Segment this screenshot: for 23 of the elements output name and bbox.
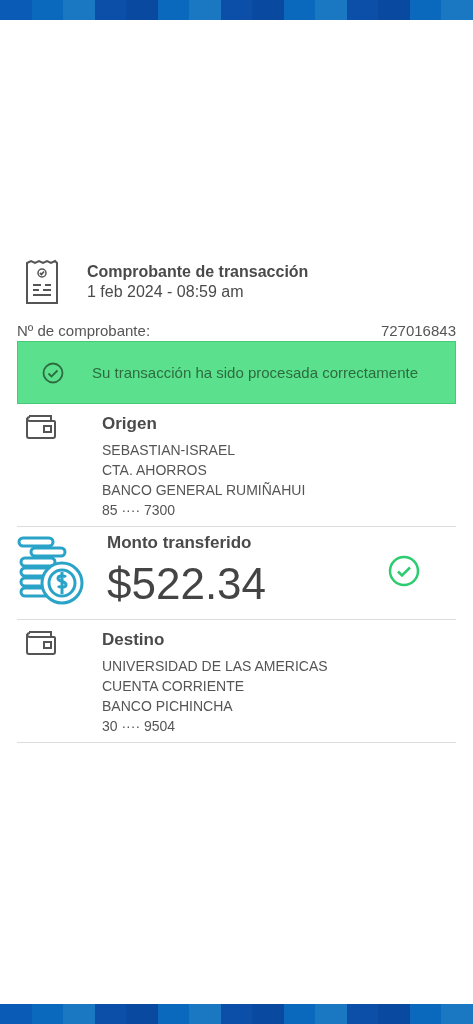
amount-value: $522.34 (107, 559, 268, 609)
receipt-number: 727016843 (380, 322, 456, 339)
wallet-icon (25, 630, 57, 656)
receipt-icon (25, 259, 59, 305)
account-detail: CUENTA CORRIENTE (102, 677, 246, 696)
success-message: Su transacción ha sido procesada correctamente (92, 364, 418, 381)
receipt-date: 1 feb 2024 - 08:59 am (87, 283, 245, 301)
account-detail: CTA. AHORROS (102, 461, 208, 480)
receipt-title: Comprobante de transacción (87, 263, 309, 281)
coins-dollar-icon (17, 536, 85, 606)
account-detail: UNIVERSIDAD DE LAS AMERICAS (102, 657, 328, 676)
account-detail: 85 ···· 7300 (102, 501, 177, 520)
check-circle-icon (388, 555, 420, 587)
receipt-number-label: Nº de comprobante: (17, 322, 151, 339)
section-title: Monto transferido (107, 533, 253, 553)
account-detail: BANCO GENERAL RUMIÑAHUI (102, 481, 306, 500)
account-detail: 30 ···· 9504 (102, 717, 177, 736)
account-detail: BANCO PICHINCHA (102, 697, 234, 716)
wallet-icon (25, 414, 57, 440)
section-title: Destino (102, 630, 166, 650)
section-title: Origen (102, 414, 158, 434)
check-circle-icon (42, 361, 64, 384)
account-detail: SEBASTIAN-ISRAEL (102, 441, 237, 460)
